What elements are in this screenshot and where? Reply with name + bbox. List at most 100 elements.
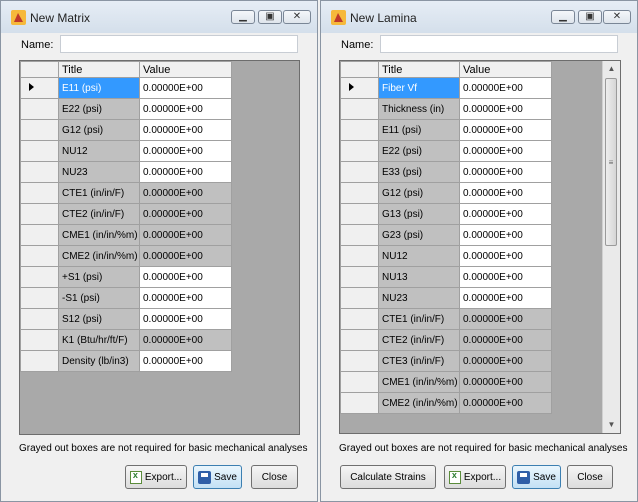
row-header[interactable] (20, 224, 59, 246)
row-header[interactable] (340, 350, 379, 372)
value-cell[interactable]: 0.00000E+00 (459, 140, 552, 162)
value-cell[interactable]: 0.00000E+00 (139, 350, 232, 372)
row-header[interactable] (20, 308, 59, 330)
value-cell[interactable]: 0.00000E+00 (139, 329, 232, 351)
title-cell[interactable]: CME1 (in/in/%m) (58, 224, 140, 246)
table-row[interactable]: E11 (psi) 0.00000E+00 (340, 119, 552, 141)
row-header[interactable] (20, 98, 59, 120)
title-cell[interactable]: NU12 (58, 140, 140, 162)
row-header[interactable] (20, 77, 59, 99)
value-cell[interactable]: 0.00000E+00 (459, 98, 552, 120)
value-cell[interactable]: 0.00000E+00 (459, 350, 552, 372)
calculate-strains-button[interactable]: Calculate Strains (340, 465, 436, 489)
row-header[interactable] (20, 329, 59, 351)
row-header[interactable] (20, 266, 59, 288)
title-cell[interactable]: K1 (Btu/hr/ft/F) (58, 329, 140, 351)
table-row[interactable]: CTE3 (in/in/F) 0.00000E+00 (340, 350, 552, 372)
row-header[interactable] (20, 182, 59, 204)
table-row[interactable]: CME1 (in/in/%m) 0.00000E+00 (340, 371, 552, 393)
value-cell[interactable]: 0.00000E+00 (139, 98, 232, 120)
row-header[interactable] (340, 245, 379, 267)
value-cell[interactable]: 0.00000E+00 (139, 287, 232, 309)
value-cell[interactable]: 0.00000E+00 (459, 182, 552, 204)
title-cell[interactable]: G12 (psi) (378, 182, 460, 204)
table-row[interactable]: S12 (psi) 0.00000E+00 (20, 308, 232, 330)
row-header[interactable] (20, 161, 59, 183)
table-row[interactable]: NU23 0.00000E+00 (20, 161, 232, 183)
title-cell[interactable]: G13 (psi) (378, 203, 460, 225)
maximize-button[interactable]: ▣ (578, 10, 602, 24)
value-cell[interactable]: 0.00000E+00 (139, 224, 232, 246)
table-row[interactable]: NU12 0.00000E+00 (340, 245, 552, 267)
column-header-title[interactable]: Title (58, 61, 140, 78)
export-button[interactable]: Export... (125, 465, 187, 489)
table-row[interactable]: -S1 (psi) 0.00000E+00 (20, 287, 232, 309)
table-row[interactable]: CTE2 (in/in/F) 0.00000E+00 (340, 329, 552, 351)
table-row[interactable]: Density (lb/in3) 0.00000E+00 (20, 350, 232, 372)
column-header-value[interactable]: Value (459, 61, 552, 78)
table-row[interactable]: E22 (psi) 0.00000E+00 (20, 98, 232, 120)
title-cell[interactable]: NU23 (378, 287, 460, 309)
row-header[interactable] (340, 308, 379, 330)
minimize-button[interactable]: ▁ (231, 10, 255, 24)
title-cell[interactable]: NU23 (58, 161, 140, 183)
export-button[interactable]: Export... (444, 465, 506, 489)
title-cell[interactable]: CTE1 (in/in/F) (378, 308, 460, 330)
title-cell[interactable]: Thickness (in) (378, 98, 460, 120)
value-cell[interactable]: 0.00000E+00 (139, 77, 232, 99)
row-header[interactable] (340, 119, 379, 141)
row-header[interactable] (20, 140, 59, 162)
table-row[interactable]: Thickness (in) 0.00000E+00 (340, 98, 552, 120)
row-header[interactable] (20, 350, 59, 372)
title-cell[interactable]: CME2 (in/in/%m) (378, 392, 460, 414)
close-window-button[interactable]: ✕ (603, 10, 631, 24)
table-row[interactable]: CME2 (in/in/%m) 0.00000E+00 (20, 245, 232, 267)
table-row[interactable]: CTE1 (in/in/F) 0.00000E+00 (340, 308, 552, 330)
title-cell[interactable]: CTE2 (in/in/F) (378, 329, 460, 351)
table-row[interactable]: E33 (psi) 0.00000E+00 (340, 161, 552, 183)
table-row[interactable]: NU13 0.00000E+00 (340, 266, 552, 288)
column-header-value[interactable]: Value (139, 61, 232, 78)
value-cell[interactable]: 0.00000E+00 (459, 161, 552, 183)
title-cell[interactable]: NU12 (378, 245, 460, 267)
value-cell[interactable]: 0.00000E+00 (139, 203, 232, 225)
table-row[interactable]: G13 (psi) 0.00000E+00 (340, 203, 552, 225)
value-cell[interactable]: 0.00000E+00 (459, 287, 552, 309)
table-row[interactable]: NU23 0.00000E+00 (340, 287, 552, 309)
value-cell[interactable]: 0.00000E+00 (139, 266, 232, 288)
value-cell[interactable]: 0.00000E+00 (139, 245, 232, 267)
value-cell[interactable]: 0.00000E+00 (139, 308, 232, 330)
close-button[interactable]: Close (251, 465, 298, 489)
value-cell[interactable]: 0.00000E+00 (459, 245, 552, 267)
title-cell[interactable]: E11 (psi) (378, 119, 460, 141)
table-row[interactable]: Fiber Vf 0.00000E+00 (340, 77, 552, 99)
value-cell[interactable]: 0.00000E+00 (459, 77, 552, 99)
title-cell[interactable]: S12 (psi) (58, 308, 140, 330)
close-window-button[interactable]: ✕ (283, 10, 311, 24)
row-header[interactable] (340, 203, 379, 225)
table-row[interactable]: NU12 0.00000E+00 (20, 140, 232, 162)
title-cell[interactable]: E22 (psi) (58, 98, 140, 120)
vertical-scrollbar[interactable]: ▲ ≡ ▼ (602, 61, 620, 433)
title-cell[interactable]: E22 (psi) (378, 140, 460, 162)
row-header[interactable] (340, 182, 379, 204)
row-header[interactable] (340, 161, 379, 183)
scroll-down-icon[interactable]: ▼ (603, 417, 620, 433)
value-cell[interactable]: 0.00000E+00 (459, 203, 552, 225)
table-row[interactable]: CME1 (in/in/%m) 0.00000E+00 (20, 224, 232, 246)
title-bar[interactable]: New Lamina ▁ ▣ ✕ (321, 1, 637, 33)
row-header[interactable] (340, 224, 379, 246)
table-row[interactable]: E22 (psi) 0.00000E+00 (340, 140, 552, 162)
table-row[interactable]: E11 (psi) 0.00000E+00 (20, 77, 232, 99)
table-row[interactable]: CME2 (in/in/%m) 0.00000E+00 (340, 392, 552, 414)
table-row[interactable]: +S1 (psi) 0.00000E+00 (20, 266, 232, 288)
title-bar[interactable]: New Matrix ▁ ▣ ✕ (1, 1, 317, 33)
title-cell[interactable]: CTE1 (in/in/F) (58, 182, 140, 204)
value-cell[interactable]: 0.00000E+00 (459, 371, 552, 393)
maximize-button[interactable]: ▣ (258, 10, 282, 24)
title-cell[interactable]: CME2 (in/in/%m) (58, 245, 140, 267)
row-header[interactable] (340, 329, 379, 351)
table-row[interactable]: CTE2 (in/in/F) 0.00000E+00 (20, 203, 232, 225)
value-cell[interactable]: 0.00000E+00 (139, 182, 232, 204)
title-cell[interactable]: CME1 (in/in/%m) (378, 371, 460, 393)
